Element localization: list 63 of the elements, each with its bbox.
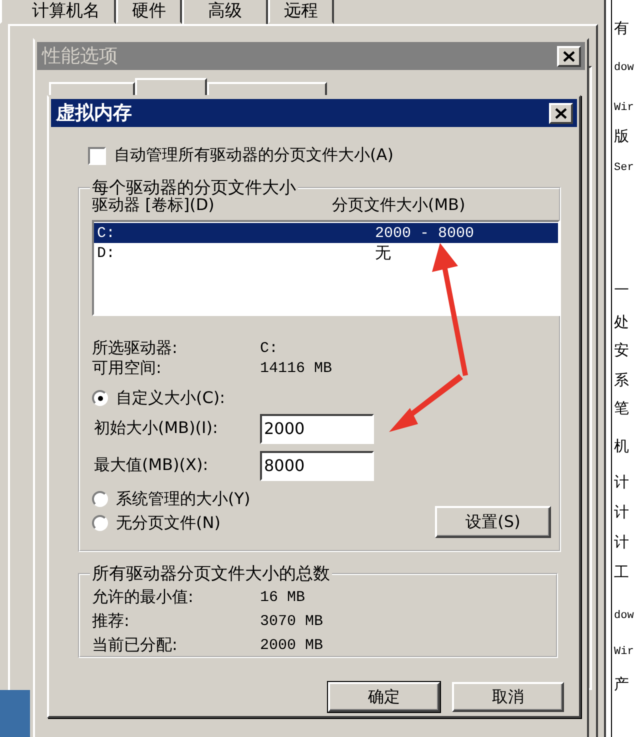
drive-name: D: bbox=[97, 244, 116, 262]
close-button[interactable] bbox=[557, 46, 581, 66]
set-button[interactable]: 设置(S) bbox=[435, 506, 551, 538]
info-value: 14116 MB bbox=[260, 360, 332, 376]
info-label: 所选驱动器: bbox=[92, 338, 178, 358]
field-label: 初始大小(MB)(I): bbox=[94, 418, 219, 439]
page-file-size: 2000 - 8000 bbox=[375, 224, 474, 242]
info-value: 3070 MB bbox=[260, 612, 324, 630]
group-title: 所有驱动器分页文件大小的总数 bbox=[91, 563, 331, 585]
radio-button[interactable] bbox=[92, 515, 108, 531]
window-title: 性能选项 bbox=[42, 44, 118, 69]
page-file-size: 无 bbox=[375, 242, 391, 264]
panel-text: 笔 bbox=[614, 398, 629, 418]
info-label: 推荐: bbox=[92, 610, 130, 632]
info-value: 16 MB bbox=[260, 588, 306, 606]
input-field[interactable]: 8000 bbox=[260, 450, 374, 480]
drive-name: C: bbox=[97, 224, 116, 242]
panel-text: Wir bbox=[614, 101, 634, 116]
panel-text: 计 bbox=[614, 502, 629, 522]
field-label: 最大值(MB)(X): bbox=[94, 455, 210, 476]
window-title: 虚拟内存 bbox=[56, 101, 132, 126]
info-label: 可用空间: bbox=[92, 358, 162, 378]
panel-text: 计 bbox=[614, 532, 629, 552]
panel-text: dow bbox=[614, 61, 634, 76]
panel-text: 处 bbox=[614, 312, 629, 332]
panel-text: 系 bbox=[614, 370, 629, 390]
radio-button[interactable] bbox=[92, 390, 108, 406]
panel-text: 机 bbox=[614, 436, 629, 456]
panel-text: 安 bbox=[614, 340, 629, 360]
radio-button[interactable] bbox=[92, 491, 108, 507]
desktop-background bbox=[0, 690, 30, 737]
info-label: 当前已分配: bbox=[92, 634, 178, 656]
radio-label: 系统管理的大小(Y) bbox=[116, 488, 250, 510]
drive-row[interactable]: D: 无 bbox=[94, 243, 558, 263]
checkbox-label: 自动管理所有驱动器的分页文件大小(A) bbox=[114, 145, 394, 166]
panel-text: 产 bbox=[614, 674, 629, 694]
ok-button[interactable]: 确定 bbox=[328, 682, 440, 712]
cancel-button[interactable]: 取消 bbox=[452, 682, 564, 712]
close-button[interactable] bbox=[549, 102, 573, 124]
panel-text: 版 bbox=[614, 126, 629, 146]
checkbox[interactable] bbox=[88, 146, 106, 164]
group-title: 每个驱动器的分页文件大小 bbox=[91, 177, 297, 198]
panel-text: 工 bbox=[614, 562, 629, 582]
panel-text: Ser bbox=[614, 161, 634, 176]
info-value: C: bbox=[260, 340, 278, 356]
column-header: 驱动器 [卷标](D) bbox=[92, 195, 214, 216]
info-value: 2000 MB bbox=[260, 636, 324, 654]
panel-text: — bbox=[614, 278, 629, 298]
panel-text: 计 bbox=[614, 472, 629, 492]
tab[interactable]: 计算机名 bbox=[0, 0, 116, 24]
radio-label: 自定义大小(C): bbox=[116, 388, 226, 408]
radio-label: 无分页文件(N) bbox=[116, 512, 220, 534]
column-header: 分页文件大小(MB) bbox=[332, 195, 466, 216]
panel-text: 有 bbox=[614, 18, 629, 38]
close-icon bbox=[555, 108, 567, 118]
drive-row[interactable]: C: 2000 - 8000 bbox=[94, 223, 558, 243]
close-icon bbox=[563, 50, 575, 62]
panel-text: Wir bbox=[614, 645, 634, 660]
input-field[interactable]: 2000 bbox=[260, 414, 374, 444]
tab[interactable]: 高级 bbox=[182, 0, 268, 26]
panel-text: dow bbox=[614, 609, 634, 624]
info-label: 允许的最小值: bbox=[92, 586, 194, 608]
tab[interactable]: 远程 bbox=[268, 0, 334, 24]
